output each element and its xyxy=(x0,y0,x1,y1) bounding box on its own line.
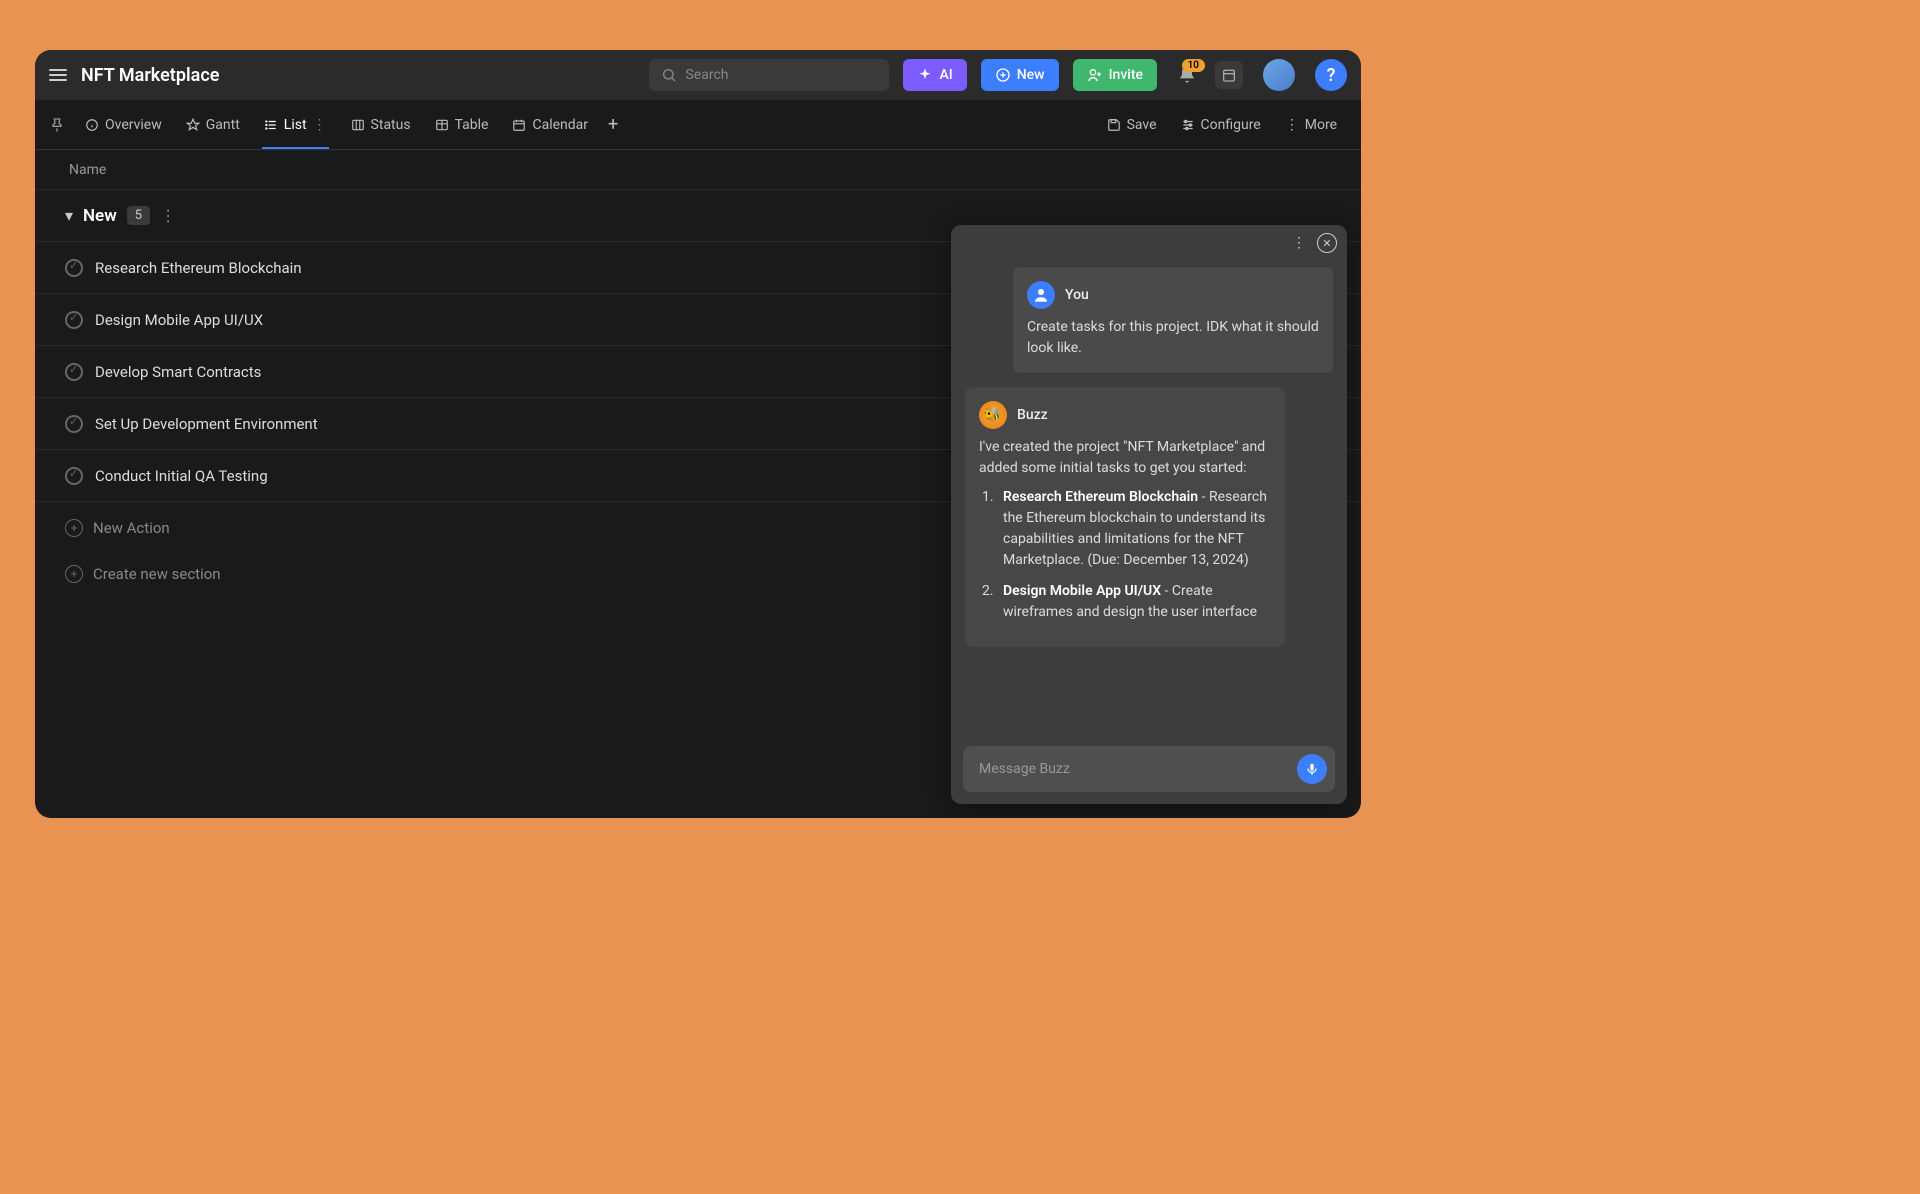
configure-label: Configure xyxy=(1201,117,1261,133)
item-title: Research Ethereum Blockchain xyxy=(1003,489,1198,505)
chevron-down-icon[interactable]: ▾ xyxy=(65,206,73,225)
tab-label: Gantt xyxy=(206,117,240,133)
chat-input-area xyxy=(951,734,1347,804)
bot-avatar-icon: 🐝 xyxy=(979,401,1007,429)
app-window: NFT Marketplace AI New Invite 10 ? xyxy=(35,50,1361,818)
sparkle-icon xyxy=(917,67,933,83)
star-icon xyxy=(186,118,200,132)
section-count: 5 xyxy=(127,206,150,225)
save-button[interactable]: Save xyxy=(1097,117,1167,133)
task-checkbox[interactable] xyxy=(65,259,83,277)
chat-body: You Create tasks for this project. IDK w… xyxy=(951,261,1347,734)
more-label: More xyxy=(1305,117,1337,133)
info-icon xyxy=(85,118,99,132)
calendar-tray-icon[interactable] xyxy=(1215,61,1243,89)
tab-label: Table xyxy=(455,117,489,133)
save-icon xyxy=(1107,118,1121,132)
tab-list[interactable]: List ⋮ xyxy=(254,100,337,149)
mic-icon xyxy=(1305,762,1319,776)
tab-table[interactable]: Table xyxy=(425,100,499,149)
search-icon xyxy=(661,67,677,83)
list-item: Research Ethereum Blockchain - Research … xyxy=(997,487,1271,571)
new-section-label: Create new section xyxy=(93,565,221,583)
more-vertical-icon[interactable]: ⋮ xyxy=(160,206,176,225)
sender-name: Buzz xyxy=(1017,405,1048,426)
user-avatar-icon xyxy=(1027,281,1055,309)
item-title: Design Mobile App UI/UX xyxy=(1003,583,1161,599)
tab-label: Calendar xyxy=(532,117,588,133)
calendar-icon xyxy=(512,118,526,132)
save-label: Save xyxy=(1127,117,1157,133)
list-icon xyxy=(264,118,278,132)
menu-icon[interactable] xyxy=(49,69,67,81)
plus-icon: + xyxy=(608,114,618,135)
table-icon xyxy=(435,118,449,132)
message-text: Create tasks for this project. IDK what … xyxy=(1027,317,1319,359)
more-vertical-icon: ⋮ xyxy=(1285,117,1299,133)
view-tabs: Overview Gantt List ⋮ Status Table Calen… xyxy=(35,100,1361,150)
user-avatar[interactable] xyxy=(1263,59,1295,91)
plus-circle-icon: + xyxy=(65,565,83,583)
mic-button[interactable] xyxy=(1297,754,1327,784)
notification-badge: 10 xyxy=(1182,59,1205,72)
message-text: I've created the project "NFT Marketplac… xyxy=(979,437,1271,623)
more-vertical-icon[interactable]: ⋮ xyxy=(1287,231,1311,255)
help-button[interactable]: ? xyxy=(1315,59,1347,91)
ai-label: AI xyxy=(939,67,952,83)
user-plus-icon xyxy=(1087,67,1103,83)
pin-icon[interactable] xyxy=(49,117,65,133)
top-bar: NFT Marketplace AI New Invite 10 ? xyxy=(35,50,1361,100)
tab-status[interactable]: Status xyxy=(341,100,421,149)
chat-input[interactable] xyxy=(963,746,1335,792)
task-checkbox[interactable] xyxy=(65,363,83,381)
new-label: New xyxy=(1017,67,1045,83)
tab-overview[interactable]: Overview xyxy=(75,100,172,149)
ai-button[interactable]: AI xyxy=(903,59,966,91)
tab-label: Overview xyxy=(105,117,162,133)
invite-button[interactable]: Invite xyxy=(1073,59,1157,91)
tab-gantt[interactable]: Gantt xyxy=(176,100,250,149)
task-checkbox[interactable] xyxy=(65,415,83,433)
plus-icon xyxy=(995,67,1011,83)
search-input[interactable] xyxy=(685,67,877,83)
sender-name: You xyxy=(1065,285,1089,306)
configure-button[interactable]: Configure xyxy=(1171,117,1271,133)
column-headers: Name xyxy=(35,150,1361,190)
tab-calendar[interactable]: Calendar xyxy=(502,100,598,149)
more-button[interactable]: ⋮ More xyxy=(1275,117,1347,133)
add-view-button[interactable]: + xyxy=(602,100,624,149)
tab-label: List xyxy=(284,117,307,133)
invite-label: Invite xyxy=(1109,67,1143,83)
notifications-button[interactable]: 10 xyxy=(1177,65,1197,85)
sliders-icon xyxy=(1181,118,1195,132)
new-button[interactable]: New xyxy=(981,59,1059,91)
project-title: NFT Marketplace xyxy=(81,65,219,86)
close-icon[interactable]: ✕ xyxy=(1317,233,1337,253)
bot-intro: I've created the project "NFT Marketplac… xyxy=(979,439,1265,476)
tab-label: Status xyxy=(371,117,411,133)
user-message: You Create tasks for this project. IDK w… xyxy=(1013,267,1333,373)
chat-header: ⋮ ✕ xyxy=(951,225,1347,261)
list-item: Design Mobile App UI/UX - Create wirefra… xyxy=(997,581,1271,623)
column-name: Name xyxy=(69,162,1327,178)
search-box[interactable] xyxy=(649,59,889,91)
bot-message: 🐝 Buzz I've created the project "NFT Mar… xyxy=(965,387,1285,647)
section-title: New xyxy=(83,206,117,226)
new-action-label: New Action xyxy=(93,519,170,537)
message-input[interactable] xyxy=(979,761,1297,777)
task-checkbox[interactable] xyxy=(65,311,83,329)
plus-circle-icon: + xyxy=(65,519,83,537)
task-checkbox[interactable] xyxy=(65,467,83,485)
chat-panel: ⋮ ✕ You Create tasks for this project. I… xyxy=(951,225,1347,804)
board-icon xyxy=(351,118,365,132)
more-vertical-icon[interactable]: ⋮ xyxy=(313,117,327,133)
